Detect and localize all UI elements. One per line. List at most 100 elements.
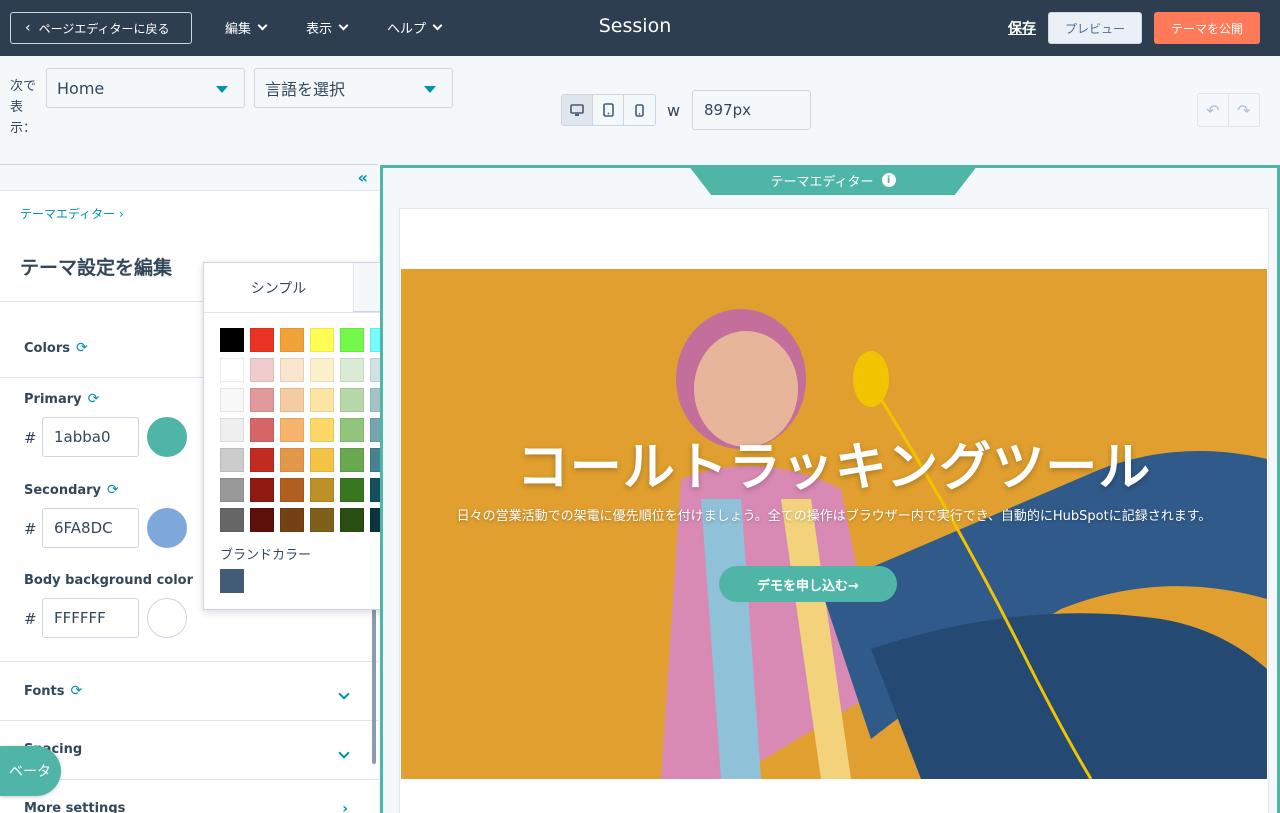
fonts-section-label: Fonts (24, 683, 65, 699)
undo-icon[interactable]: ↶ (1198, 94, 1229, 126)
color-swatch[interactable] (250, 328, 274, 352)
color-swatch[interactable] (220, 358, 244, 382)
color-swatch[interactable] (220, 508, 244, 532)
sync-icon: ⟳ (70, 683, 83, 699)
collapse-sidebar-icon[interactable]: « (358, 168, 368, 187)
color-swatch[interactable] (340, 508, 364, 532)
primary-color-swatch[interactable] (147, 417, 187, 457)
color-swatch[interactable] (220, 388, 244, 412)
divider (0, 661, 378, 662)
language-select[interactable]: 言語を選択 (254, 68, 453, 108)
breadcrumb-theme-editor[interactable]: テーマエディター › (20, 205, 124, 222)
body-bg-label-text: Body background color (24, 573, 193, 588)
sidebar-header: « (0, 165, 378, 191)
primary-hex-value: 1abba0 (54, 428, 111, 446)
undo-redo-group: ↶ ↷ (1197, 93, 1260, 127)
primary-hex-input[interactable]: 1abba0 (42, 417, 139, 457)
color-swatch[interactable] (310, 508, 334, 532)
page-preview: テーマエディター i コールトラッキングツール 日々の営業活動での架電に優先順位… (380, 165, 1280, 813)
redo-icon[interactable]: ↷ (1229, 94, 1259, 126)
color-swatch[interactable] (340, 358, 364, 382)
secondary-hex-input[interactable]: 6FA8DC (42, 508, 139, 548)
beta-badge[interactable]: ベータ (0, 746, 61, 796)
request-demo-button[interactable]: デモを申し込む→ (719, 566, 897, 602)
desktop-view-button[interactable] (562, 95, 593, 125)
page-select-value: Home (57, 78, 105, 98)
width-label: w (667, 101, 681, 120)
device-switcher (561, 94, 656, 126)
hero-subtitle: 日々の営業活動での架電に優先順位を付けましょう。全ての操作はブラウザー内で実行で… (456, 509, 1212, 524)
color-swatch[interactable] (280, 478, 304, 502)
color-swatch[interactable] (340, 448, 364, 472)
fonts-section-header[interactable]: Fonts ⟳ (24, 683, 82, 699)
color-swatch[interactable] (310, 448, 334, 472)
color-swatch[interactable] (280, 418, 304, 442)
chevron-right-icon[interactable]: › (342, 801, 348, 813)
color-swatch[interactable] (250, 388, 274, 412)
color-swatch[interactable] (310, 418, 334, 442)
color-swatch[interactable] (220, 328, 244, 352)
mobile-view-button[interactable] (624, 95, 655, 125)
tab-simple[interactable]: シンプル (204, 263, 353, 312)
info-icon[interactable]: i (881, 173, 896, 187)
color-swatch[interactable] (280, 448, 304, 472)
body-bg-hex-input[interactable]: FFFFFF (42, 598, 139, 638)
color-swatch[interactable] (310, 478, 334, 502)
color-swatch[interactable] (340, 328, 364, 352)
color-swatch[interactable] (280, 508, 304, 532)
color-swatch[interactable] (250, 478, 274, 502)
body-bg-color-label: Body background color (24, 573, 193, 588)
color-swatch[interactable] (340, 478, 364, 502)
color-swatch[interactable] (310, 388, 334, 412)
color-swatch[interactable] (250, 448, 274, 472)
brand-color-swatch[interactable] (220, 569, 244, 593)
body-bg-color-swatch[interactable] (147, 598, 187, 638)
hero-section[interactable]: コールトラッキングツール 日々の営業活動での架電に優先順位を付けましょう。全ての… (401, 269, 1267, 779)
viewport-width-value: 897px (704, 101, 752, 119)
top-bar: ‹ ページエディターに戻る 編集 表示 ヘルプ Session 保存 プレビュー… (0, 0, 1280, 56)
color-swatch[interactable] (220, 418, 244, 442)
secondary-color-swatch[interactable] (147, 508, 187, 548)
caret-down-icon (216, 86, 228, 93)
preview-button[interactable]: プレビュー (1048, 12, 1142, 44)
hash-symbol: # (24, 429, 37, 447)
body-bg-hex-value: FFFFFF (54, 609, 106, 627)
color-swatch[interactable] (220, 448, 244, 472)
color-swatch[interactable] (310, 328, 334, 352)
colors-section-header[interactable]: Colors ⟳ (24, 340, 88, 356)
divider (0, 720, 378, 721)
theme-editor-tab: テーマエディター i (688, 168, 978, 195)
viewport-width-input[interactable]: 897px (692, 90, 811, 130)
tablet-view-button[interactable] (593, 95, 624, 125)
chevron-down-icon[interactable] (338, 742, 350, 761)
sync-icon: ⟳ (87, 391, 100, 407)
publish-theme-button[interactable]: テーマを公開 (1154, 12, 1260, 44)
theme-editor-tab-label: テーマエディター (770, 174, 874, 190)
preview-page-frame: コールトラッキングツール 日々の営業活動での架電に優先順位を付けましょう。全ての… (399, 208, 1269, 813)
save-button[interactable]: 保存 (1008, 18, 1036, 38)
color-swatch[interactable] (280, 388, 304, 412)
colors-section-label: Colors (24, 340, 71, 356)
tablet-icon (602, 103, 614, 117)
hash-symbol: # (24, 520, 37, 538)
color-swatch[interactable] (250, 508, 274, 532)
color-swatch[interactable] (310, 358, 334, 382)
color-swatch[interactable] (220, 478, 244, 502)
color-swatch[interactable] (250, 358, 274, 382)
desktop-icon (570, 103, 584, 116)
primary-label-text: Primary (24, 391, 82, 407)
color-swatch[interactable] (340, 418, 364, 442)
color-swatch[interactable] (340, 388, 364, 412)
more-settings-section-header[interactable]: More settings (24, 801, 125, 813)
secondary-color-label: Secondary ⟳ (24, 482, 119, 498)
sync-icon: ⟳ (76, 340, 88, 356)
brand-colors-label: ブランドカラー (220, 548, 312, 563)
color-swatch[interactable] (280, 328, 304, 352)
page-select[interactable]: Home (46, 68, 245, 108)
mobile-icon (635, 103, 644, 117)
color-swatch[interactable] (280, 358, 304, 382)
color-swatch[interactable] (250, 418, 274, 442)
sidebar-scrollbar[interactable] (372, 604, 376, 764)
chevron-down-icon[interactable] (338, 683, 350, 702)
hash-symbol: # (24, 610, 37, 628)
